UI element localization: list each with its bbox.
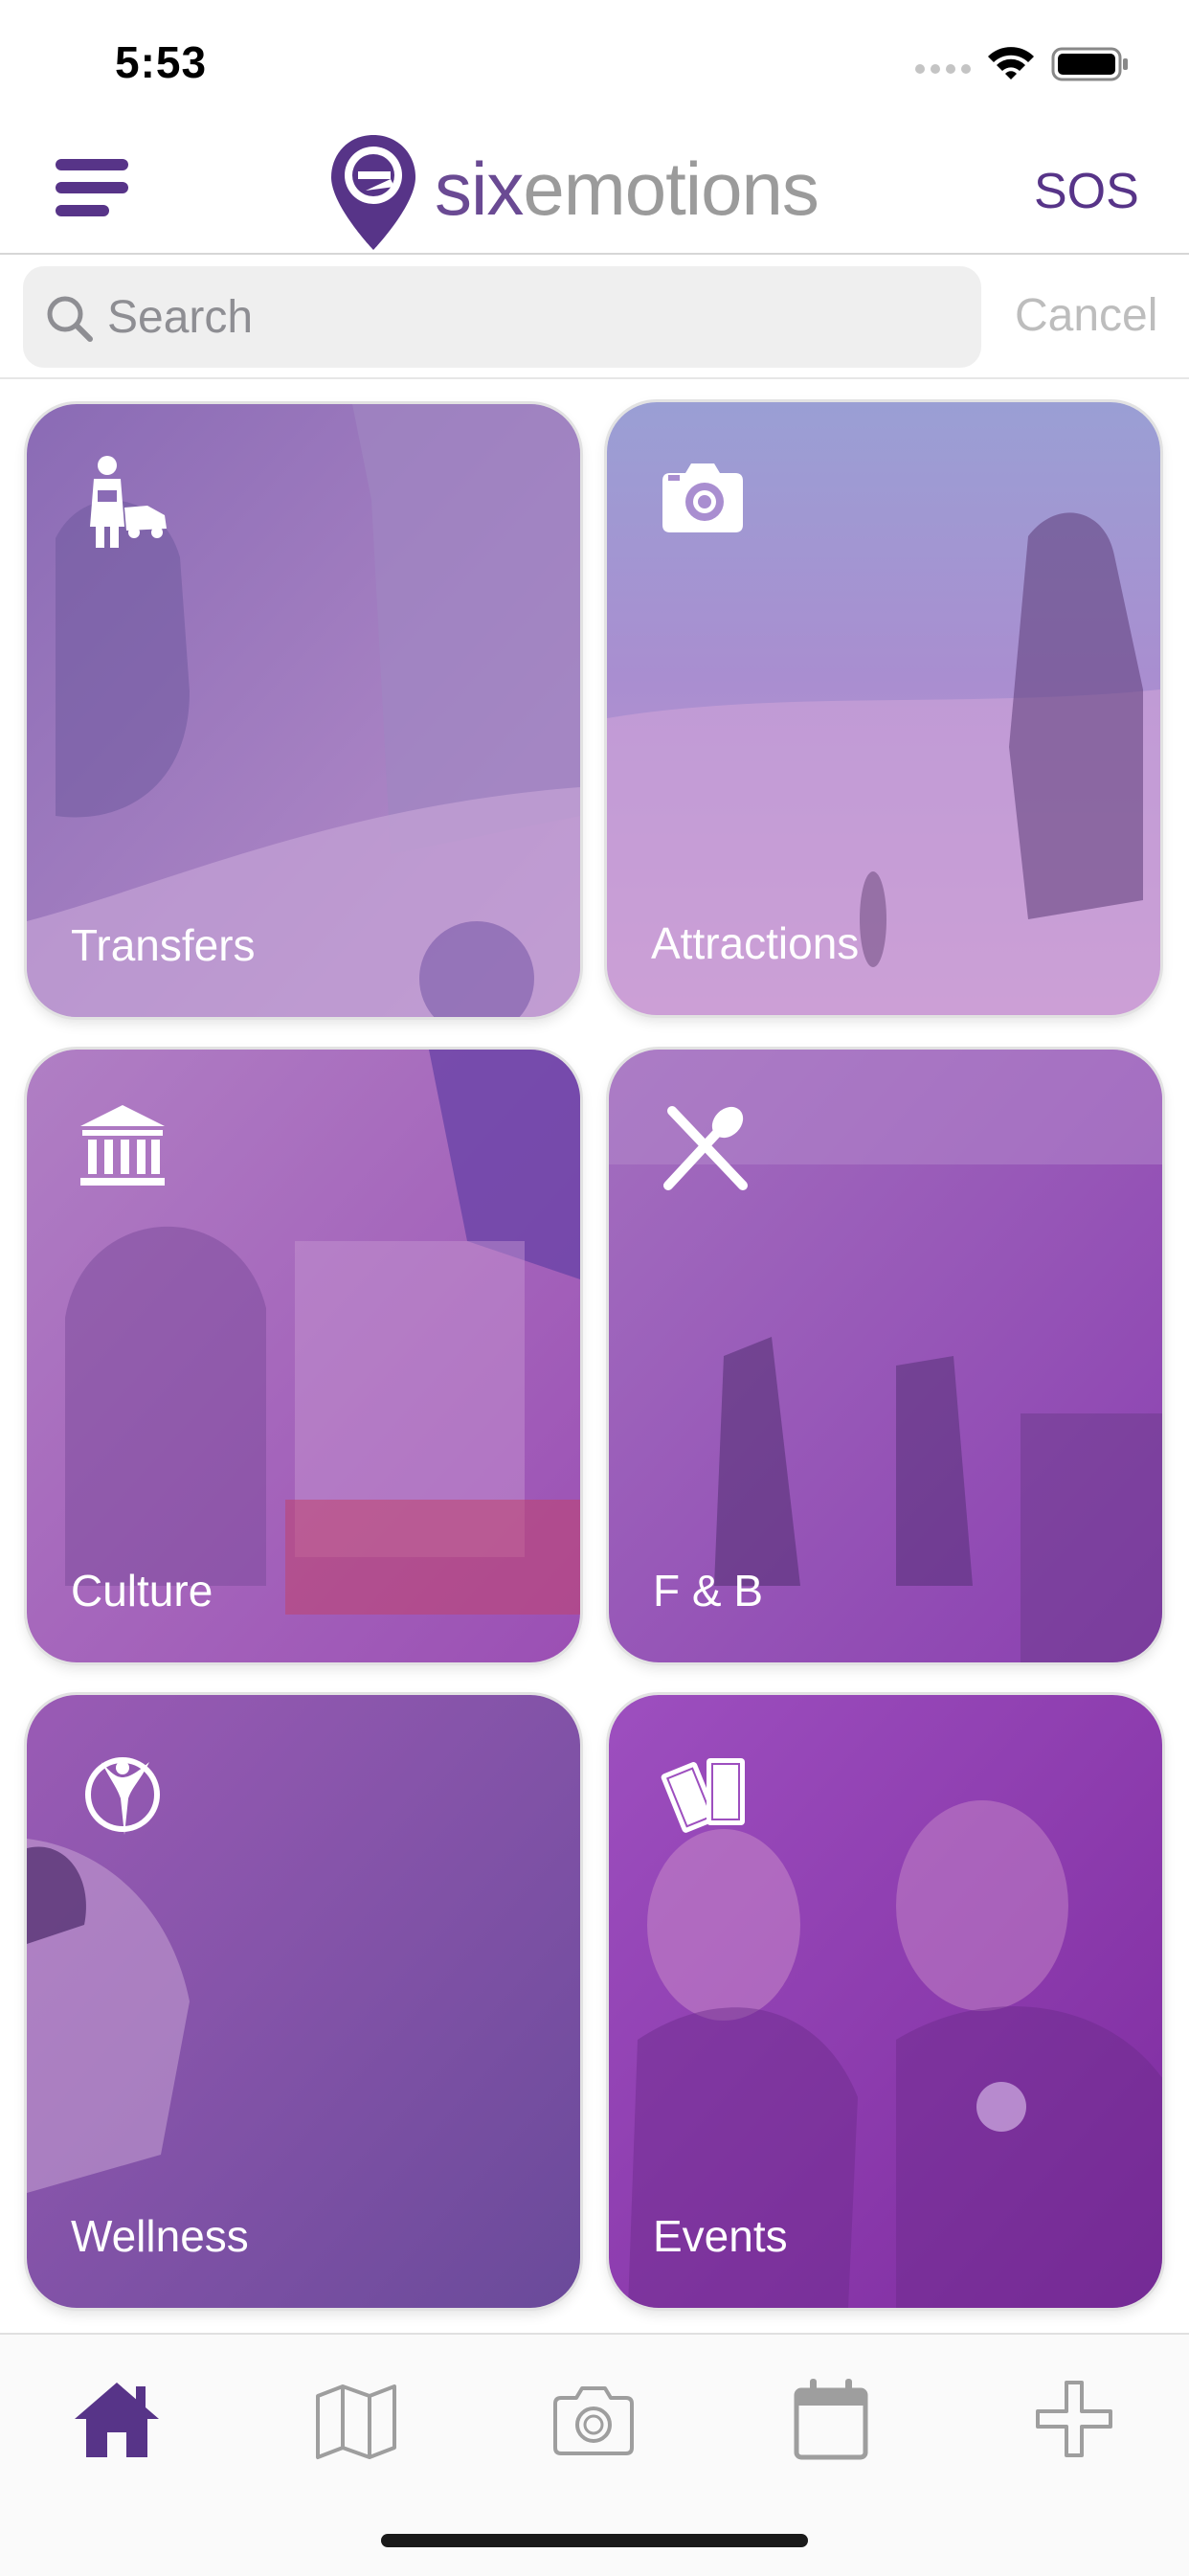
category-tile-wellness[interactable]: Wellness (27, 1695, 580, 2308)
camera-icon (662, 463, 743, 532)
tile-label: F & B (653, 1566, 764, 1616)
search-field[interactable] (23, 266, 981, 368)
search-icon (47, 296, 93, 342)
camera-icon (553, 2386, 634, 2455)
menu-button[interactable] (56, 159, 132, 218)
plus-icon (1036, 2381, 1112, 2457)
signal-icon (915, 64, 971, 74)
battery-icon (1051, 47, 1128, 81)
status-bar: 5:53 (0, 0, 1189, 126)
tickets-icon (661, 1758, 745, 1833)
tab-add[interactable] (1026, 2373, 1122, 2465)
category-tile-events[interactable]: Events (609, 1695, 1162, 2308)
sos-button[interactable]: SOS (1034, 163, 1139, 220)
nav-bar: sixemotions SOS (0, 126, 1189, 255)
logo-emotions: emotions (523, 147, 819, 231)
status-time: 5:53 (115, 37, 208, 87)
wifi-icon (988, 47, 1034, 79)
wellness-figure-icon (85, 1757, 160, 1835)
tab-home[interactable] (69, 2373, 165, 2465)
sixemotions-logo: sixemotions (327, 131, 864, 254)
tile-label: Attractions (651, 918, 860, 968)
calendar-icon (794, 2379, 868, 2460)
map-icon (316, 2384, 396, 2459)
logo-wordmark: sixemotions (435, 150, 819, 227)
tab-map[interactable] (308, 2373, 404, 2465)
tab-camera[interactable] (546, 2373, 641, 2465)
home-indicator (381, 2534, 808, 2547)
search-input[interactable] (107, 283, 950, 350)
home-icon (75, 2383, 159, 2457)
cancel-button[interactable]: Cancel (1015, 289, 1157, 342)
chauffeur-car-icon (90, 456, 167, 548)
fork-spoon-icon (663, 1106, 748, 1190)
tile-label: Events (653, 2211, 788, 2261)
category-tile-attractions[interactable]: Attractions (607, 402, 1160, 1015)
search-row: Cancel (0, 255, 1189, 379)
tile-label: Culture (71, 1566, 213, 1616)
logo-pin-icon (331, 135, 415, 250)
category-tile-transfers[interactable]: Transfers (27, 404, 580, 1017)
logo-six: six (435, 147, 524, 231)
category-tile-culture[interactable]: Culture (27, 1050, 580, 1662)
museum-icon (80, 1105, 165, 1186)
hamburger-menu-icon (56, 159, 128, 170)
category-tile-fnb[interactable]: F & B (609, 1050, 1162, 1662)
tab-calendar[interactable] (783, 2373, 879, 2465)
tile-label: Wellness (71, 2211, 249, 2261)
menu-line (56, 182, 128, 193)
tile-label: Transfers (71, 920, 256, 970)
menu-line (56, 205, 109, 216)
